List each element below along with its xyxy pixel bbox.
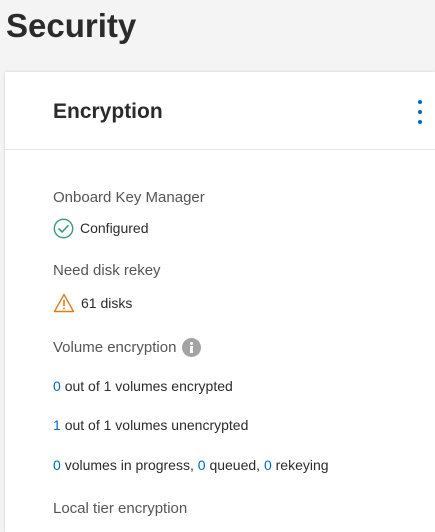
volumes-encrypted-count-link[interactable]: 0 [53,378,61,394]
volumes-progress-line: 0 volumes in progress, 0 queued, 0 rekey… [53,455,329,475]
onboard-key-manager-status-text: Configured [80,220,149,236]
disk-rekey-value[interactable]: 61 disks [81,295,132,311]
volumes-unencrypted-line: 1 out of 1 volumes unencrypted [53,415,248,435]
kebab-menu-icon[interactable] [415,100,425,124]
volumes-queued-count-link[interactable]: 0 [198,457,206,473]
volumes-encrypted-line: 0 out of 1 volumes encrypted [53,376,233,396]
check-circle-icon [53,218,74,238]
page-title: Security [6,7,137,44]
onboard-key-manager-label: Onboard Key Manager [53,189,205,206]
volumes-in-progress-text: volumes in progress, [64,457,194,473]
volumes-unencrypted-text: out of 1 volumes unencrypted [64,417,249,433]
info-icon[interactable] [182,337,202,357]
disk-rekey-status: 61 disks [53,292,132,314]
card-header: Encryption [5,72,435,150]
warning-triangle-icon [53,293,75,313]
onboard-key-manager-status: Configured [53,217,149,239]
volumes-queued-text: queued, [209,457,261,473]
volumes-encrypted-text: out of 1 volumes encrypted [64,378,233,394]
volumes-unencrypted-count-link[interactable]: 1 [53,417,61,433]
volumes-rekeying-count-link[interactable]: 0 [264,457,272,473]
encryption-card: Encryption Onboard Key Manager Configure… [5,72,435,532]
volume-encryption-label-text: Volume encryption [53,339,177,356]
card-title: Encryption [53,100,163,123]
local-tier-encryption-label: Local tier encryption [53,500,188,517]
volumes-rekeying-text: rekeying [275,457,329,473]
volume-encryption-label: Volume encryption [53,337,202,358]
volumes-in-progress-count-link[interactable]: 0 [53,457,61,473]
disk-rekey-label: Need disk rekey [53,262,161,279]
